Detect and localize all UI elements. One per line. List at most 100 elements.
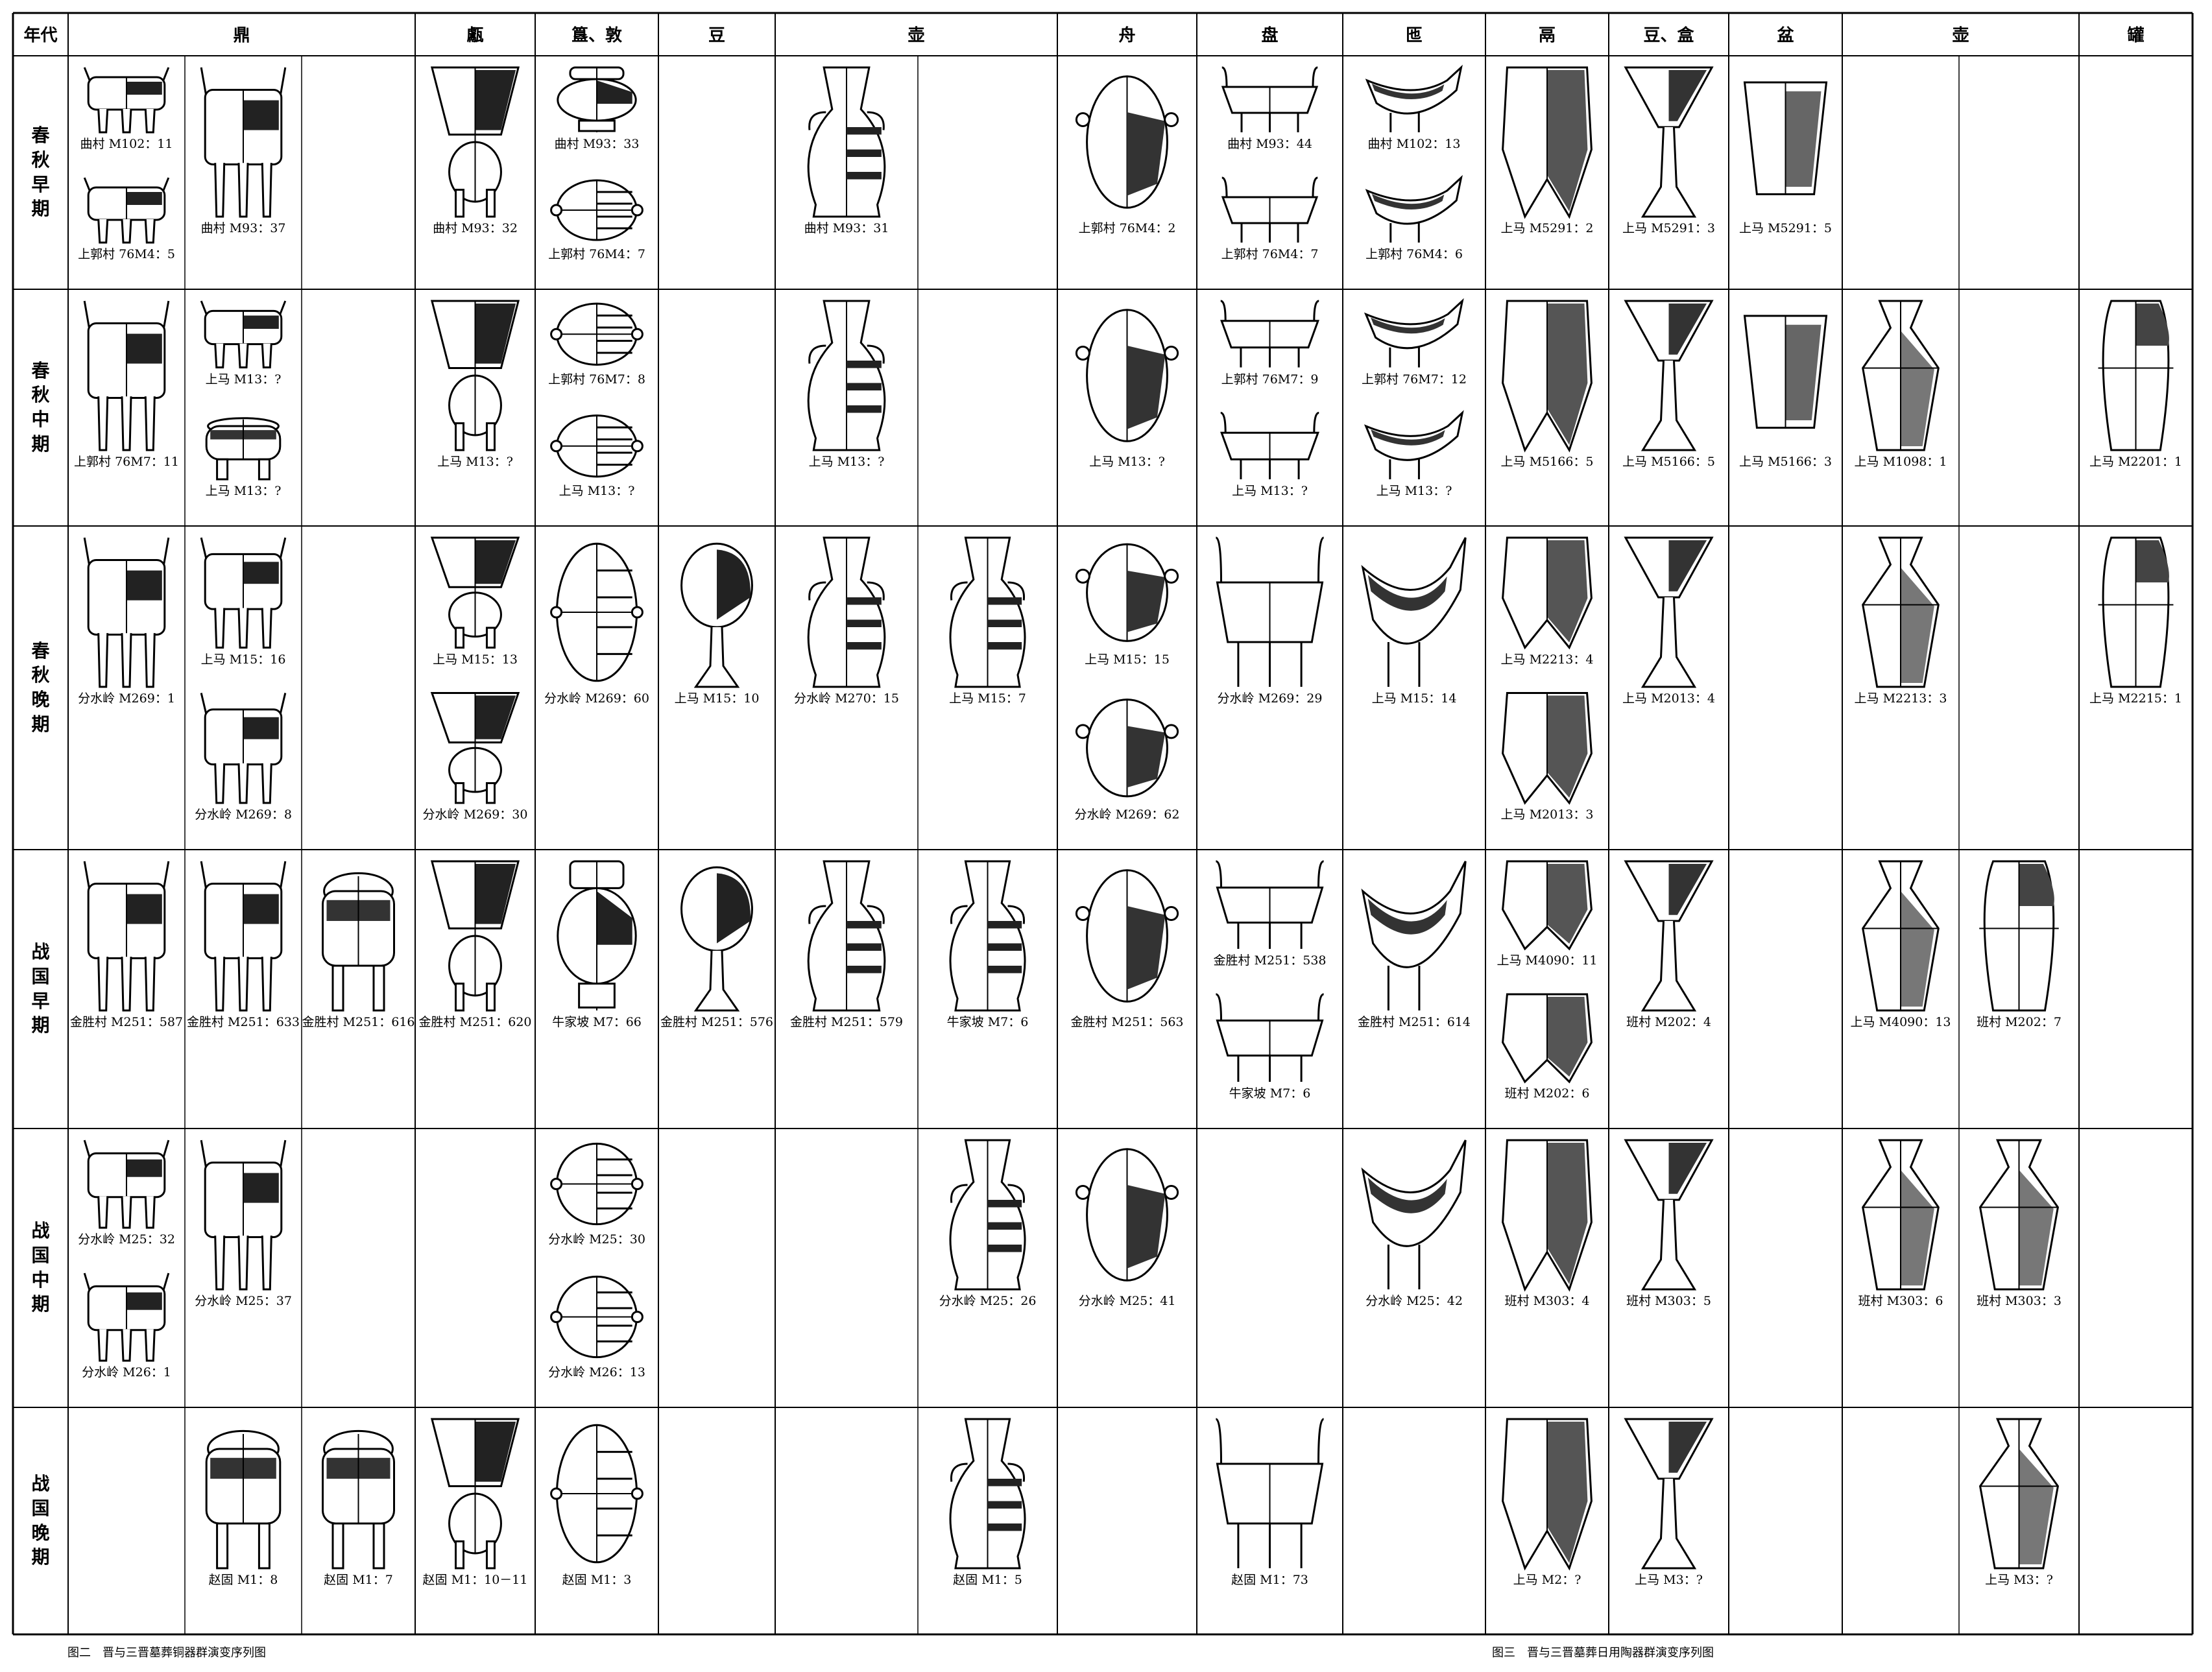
vessel-label: 上马 M15：14 (1371, 691, 1457, 706)
vessel-label: 上马 M5166：5 (1500, 455, 1594, 469)
vessel-label: 班村 M202：7 (1977, 1015, 2062, 1029)
vessel-dou-drawing (1624, 66, 1714, 218)
period-label: 战国早期 (31, 941, 50, 1036)
vessel-label: 分水岭 M25：32 (78, 1232, 175, 1247)
vessel-label: 上马 M2：? (1513, 1573, 1581, 1587)
vessel-yi-drawing (1361, 1140, 1467, 1289)
vessel-pothu-drawing (1862, 536, 1940, 688)
vessel-yi-drawing (1361, 861, 1467, 1010)
vessel-label: 分水岭 M25：41 (1078, 1294, 1176, 1308)
vessel-label: 上马 M13：? (205, 372, 282, 387)
vessel-label: 金胜村 M251：579 (789, 1015, 904, 1029)
vessel-li-drawing (1502, 300, 1593, 453)
period-label: 春秋早期 (31, 125, 50, 220)
vessel-li-drawing (1502, 1139, 1593, 1292)
vessel-label: 上郭村 76M4：7 (548, 247, 645, 261)
vessel-hu-drawing (949, 860, 1026, 1012)
vessel-dou-drawing (1624, 1418, 1714, 1570)
vessel-yi-drawing (1364, 298, 1464, 368)
column-header-11: 壶 (1952, 26, 1969, 45)
vessel-label: 上马 M4090：11 (1497, 953, 1598, 968)
vessel-dou-drawing (1624, 860, 1714, 1012)
vessel-label: 上马 M2215：1 (2089, 691, 2182, 706)
vessel-label: 上马 M13：? (1089, 455, 1165, 469)
vessel-pan-drawing (1221, 176, 1319, 243)
vessel-label: 班村 M303：4 (1504, 1294, 1590, 1308)
vessel-label: 上马 M2013：3 (1500, 807, 1594, 822)
vessel-label: 牛家坡 M7：66 (552, 1015, 642, 1029)
vessel-pen-drawing (1743, 81, 1828, 195)
vessel-yan-drawing (430, 300, 520, 451)
vessel-label: 上马 M4090：13 (1850, 1015, 1951, 1029)
era-column-header: 年代 (23, 26, 58, 45)
vessel-label: 上马 M5166：3 (1739, 455, 1832, 469)
column-header-1: 甗 (466, 26, 484, 45)
vessel-label: 分水岭 M25：30 (548, 1232, 645, 1247)
vessel-label: 上马 M15：16 (200, 652, 286, 667)
vessel-label: 曲村 M102：13 (1367, 137, 1461, 151)
column-header-12: 罐 (2127, 26, 2145, 45)
vessel-label: 上马 M15：13 (433, 652, 518, 667)
vessel-label: 曲村 M93：37 (200, 221, 286, 235)
vessel-hu-drawing (949, 536, 1026, 688)
typology-chart (12, 12, 2194, 1636)
column-header-5: 舟 (1118, 26, 1136, 45)
vessel-hu-drawing (949, 1139, 1026, 1291)
vessel-label: 赵固 M1：5 (953, 1573, 1022, 1587)
vessel-label: 赵固 M1：10－11 (422, 1573, 528, 1587)
vessel-hu-drawing (807, 860, 886, 1012)
table-grid (12, 12, 2194, 1636)
vessel-dui-drawing (550, 1275, 643, 1359)
vessel-hu-drawing (807, 536, 886, 688)
vessel-zhou-drawing (1075, 869, 1179, 1003)
vessel-yi-drawing (1365, 174, 1463, 243)
vessel-ding-legs-drawing (83, 300, 170, 451)
vessel-label: 班村 M303：6 (1858, 1294, 1943, 1308)
vessel-li-drawing (1502, 1418, 1593, 1571)
vessel-label: 上马 M15：7 (949, 691, 1026, 706)
vessel-dui-drawing (550, 1142, 643, 1226)
vessel-bdou-drawing (680, 542, 753, 688)
vessel-label: 曲村 M93：32 (433, 221, 518, 235)
vessel-guan-drawing (2098, 536, 2174, 688)
vessel-label: 分水岭 M270：15 (794, 691, 899, 706)
vessel-label: 赵固 M1：8 (208, 1573, 278, 1587)
vessel-label: 金胜村 M251：563 (1070, 1015, 1184, 1029)
vessel-zhou-drawing (1075, 309, 1179, 442)
vessel-yi-drawing (1361, 537, 1467, 687)
vessel-label: 赵固 M1：7 (324, 1573, 393, 1587)
vessel-ding-legs-drawing (200, 693, 287, 804)
vessel-dui-drawing (550, 179, 643, 241)
column-header-10: 盆 (1777, 26, 1794, 45)
vessel-ding-legs-drawing (200, 537, 287, 649)
vessel-label: 赵固 M1：73 (1231, 1573, 1308, 1587)
vessel-label: 上郭村 76M7：9 (1221, 372, 1319, 387)
vessel-pan-drawing (1221, 66, 1319, 132)
vessel-gui-drawing (557, 66, 637, 132)
column-header-9: 豆、盒 (1643, 26, 1694, 45)
vessel-label: 曲村 M93：33 (554, 137, 640, 151)
vessel-label: 金胜村 M251：538 (1213, 953, 1327, 968)
period-label: 战国中期 (31, 1220, 50, 1315)
vessel-label: 上马 M13：? (205, 484, 282, 498)
vessel-zhou-drawing (1075, 75, 1179, 209)
vessel-ding-legs-drawing (83, 177, 170, 244)
vessel-yan-drawing (430, 66, 520, 218)
vessel-pan-drawing (1215, 1418, 1325, 1568)
vessel-guan-drawing (2098, 300, 2174, 451)
vessel-label: 上马 M5291：2 (1500, 221, 1594, 235)
vessel-label: 分水岭 M25：37 (195, 1294, 292, 1308)
period-label: 春秋晚期 (31, 639, 50, 735)
vessel-ding-legs-drawing (83, 1272, 170, 1362)
vessel-dui-drawing (550, 542, 643, 682)
vessel-dou-drawing (1624, 1139, 1714, 1291)
vessel-label: 金胜村 M251：576 (660, 1015, 774, 1029)
vessel-ding-legs-drawing (200, 67, 287, 218)
vessel-pan-drawing (1215, 536, 1325, 687)
column-header-8: 鬲 (1538, 26, 1556, 45)
vessel-label: 赵固 M1：3 (562, 1573, 632, 1587)
vessel-ding-legs-drawing (83, 537, 170, 688)
vessel-li-drawing (1502, 536, 1593, 650)
vessel-ding-legs-drawing (200, 300, 287, 368)
column-header-7: 匜 (1405, 26, 1423, 45)
